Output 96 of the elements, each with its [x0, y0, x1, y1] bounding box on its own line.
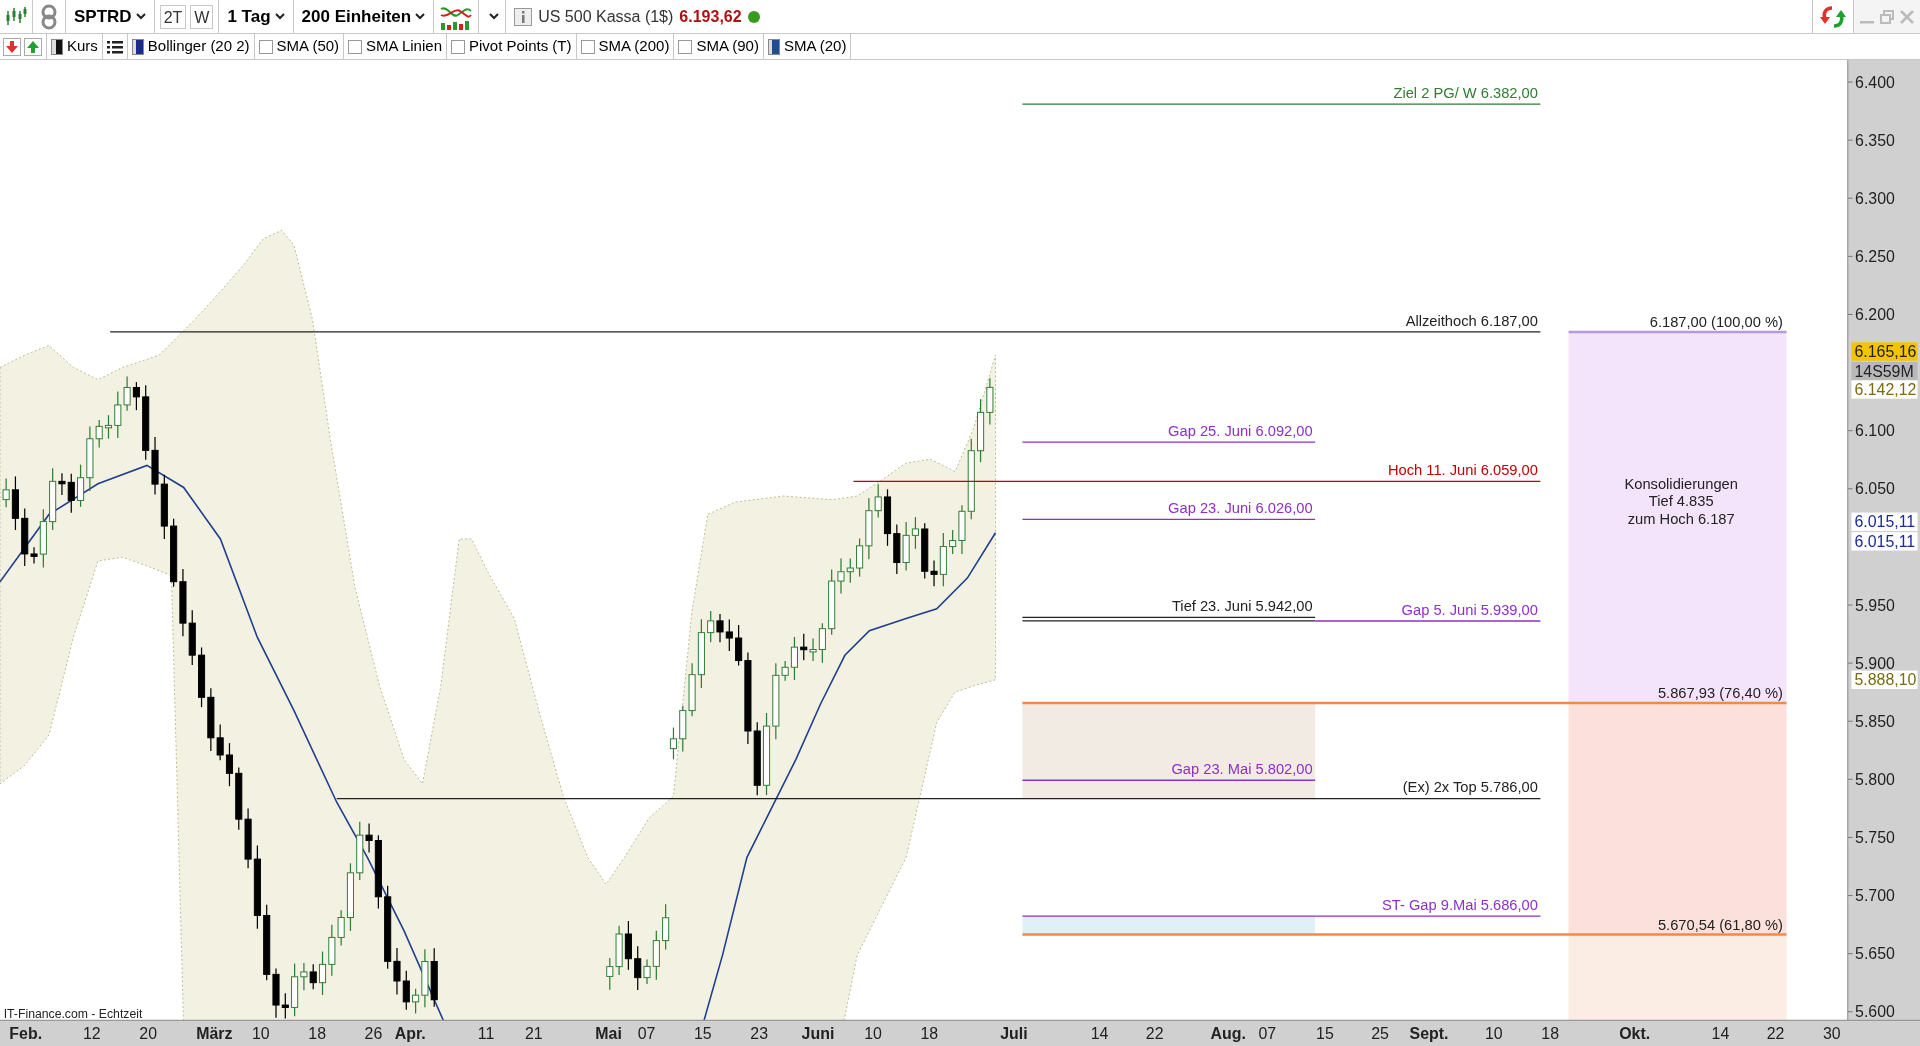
up-arrow-icon[interactable] — [24, 37, 42, 56]
checkbox[interactable] — [348, 39, 363, 54]
level-label: Hoch 11. Juni 6.059,00 — [1388, 462, 1538, 479]
caret-icon — [489, 13, 500, 20]
period-button[interactable]: W — [190, 4, 214, 29]
day-label: 11 — [477, 1024, 495, 1042]
month-label: Mai — [595, 1024, 622, 1042]
month-label: Sept. — [1409, 1024, 1449, 1042]
month-label: Juni — [801, 1024, 835, 1042]
price-tag: 6.165,16 — [1851, 342, 1918, 361]
symbol-dropdown[interactable]: SPTRD — [66, 0, 154, 33]
price-tick-label: 6.400 — [1855, 73, 1895, 91]
price-tick-label: 6.350 — [1855, 131, 1895, 149]
day-label: 22 — [1145, 1024, 1164, 1042]
close-icon[interactable] — [1900, 9, 1914, 24]
day-label: 20 — [139, 1024, 157, 1042]
caret-icon — [415, 13, 426, 20]
list-icon[interactable] — [106, 39, 123, 54]
level-label: Gap 25. Juni 6.092,00 — [1168, 423, 1313, 440]
checkbox[interactable] — [678, 39, 693, 54]
day-label: 26 — [364, 1024, 383, 1042]
price-tick-label: 5.850 — [1855, 712, 1895, 730]
month-label: Apr. — [394, 1024, 426, 1042]
indicator-toggle[interactable]: Kurs — [47, 34, 102, 59]
day-label: 07 — [637, 1024, 656, 1042]
caret-icon — [274, 13, 285, 20]
refresh-icon[interactable] — [1819, 3, 1847, 30]
level-label: (Ex) 2x Top 5.786,00 — [1402, 779, 1538, 796]
day-label: 15 — [694, 1024, 712, 1042]
price-tick-label: 5.750 — [1855, 828, 1895, 846]
level-label: Gap 23. Mai 5.802,00 — [1171, 761, 1313, 778]
price-tick-label: 5.800 — [1855, 770, 1895, 788]
day-label: 07 — [1258, 1024, 1277, 1042]
price-tick-label: 6.050 — [1855, 480, 1895, 498]
price-tick-label: 6.200 — [1855, 306, 1895, 323]
down-arrow-icon[interactable] — [3, 37, 21, 56]
instrument-name: US 500 Kassa (1$) — [538, 6, 674, 27]
day-label: 10 — [864, 1024, 882, 1042]
info-icon[interactable] — [514, 7, 533, 26]
price-tick-label: 5.900 — [1855, 654, 1895, 672]
day-label: 10 — [251, 1024, 270, 1042]
day-label: 18 — [920, 1024, 939, 1042]
day-label: 18 — [308, 1024, 326, 1042]
price-tick-label: 6.100 — [1855, 422, 1895, 440]
indicator-toggle[interactable]: SMA (20) — [763, 34, 851, 59]
price-tick-label: 6.250 — [1855, 247, 1895, 265]
checkbox[interactable] — [258, 39, 273, 54]
restore-icon[interactable] — [1880, 9, 1894, 24]
price-tick-label: 5.600 — [1855, 1003, 1895, 1021]
price-tick-label: 5.950 — [1855, 596, 1895, 614]
fib-level: 6.187,00 (100,00 %) — [1568, 314, 1787, 334]
interval-dropdown[interactable]: 1 Tag — [219, 0, 293, 33]
checkbox[interactable] — [451, 39, 465, 54]
checkbox[interactable] — [580, 39, 595, 54]
month-label: Juli — [1000, 1024, 1028, 1042]
range-dropdown[interactable]: 200 Einheiten — [293, 0, 434, 33]
period-button[interactable]: 2T — [159, 4, 187, 29]
indicator-checkbox[interactable]: SMA Linien — [344, 34, 446, 59]
source-label: IT-Finance.com - Echtzeit — [3, 1006, 143, 1021]
price-tick-label: 6.300 — [1855, 189, 1895, 207]
day-label: 10 — [1485, 1024, 1503, 1042]
level-label: ST- Gap 9.Mai 5.686,00 — [1382, 897, 1538, 914]
month-label: März — [196, 1024, 233, 1042]
level-label: Gap 5. Juni 5.939,00 — [1401, 601, 1538, 618]
level-label: Gap 23. Juni 6.026,00 — [1168, 500, 1313, 517]
fib-level: 5.867,93 (76,40 %) — [1022, 685, 1787, 705]
day-label: 23 — [750, 1024, 769, 1042]
fib-level: 5.670,54 (61,80 %) — [1022, 916, 1787, 936]
month-label: Okt. — [1619, 1024, 1651, 1042]
link-icon[interactable] — [40, 3, 58, 30]
price-tag: 6.142,12 — [1851, 380, 1918, 399]
month-label: Aug. — [1210, 1024, 1246, 1042]
indicator-checkbox[interactable]: SMA (200) — [576, 34, 674, 59]
day-label: 22 — [1766, 1024, 1785, 1042]
day-label: 25 — [1371, 1024, 1389, 1042]
caret-icon — [135, 13, 146, 20]
month-label: Feb. — [9, 1024, 43, 1042]
day-label: 12 — [83, 1024, 101, 1042]
level-label: Tief 23. Juni 5.942,00 — [1171, 598, 1313, 615]
indicator-toggle[interactable]: Bollinger (20 2) — [127, 34, 254, 59]
level-label: Ziel 2 PG/ W 6.382,00 — [1393, 84, 1538, 101]
day-label: 14 — [1090, 1024, 1109, 1042]
day-label: 15 — [1316, 1024, 1334, 1042]
indicator-checkbox[interactable]: Pivot Points (T) — [447, 34, 576, 59]
last-price: 6.193,62 — [679, 6, 742, 27]
day-label: 14 — [1711, 1024, 1730, 1042]
day-label: 21 — [525, 1024, 543, 1042]
price-tag: 6.015,11 — [1851, 532, 1918, 551]
level-label: Allzeithoch 6.187,00 — [1405, 312, 1538, 329]
price-tick-label: 5.650 — [1855, 945, 1895, 963]
price-tick-label: 5.700 — [1855, 887, 1895, 905]
indicator-checkbox[interactable]: SMA (50) — [254, 34, 344, 59]
day-label: 18 — [1541, 1024, 1560, 1042]
zone-note: Konsolidierungen Tief 4.835 zum Hoch 6.187 — [1624, 475, 1738, 528]
indicator-checkbox[interactable]: SMA (90) — [674, 34, 763, 59]
day-label: 30 — [1823, 1024, 1841, 1042]
